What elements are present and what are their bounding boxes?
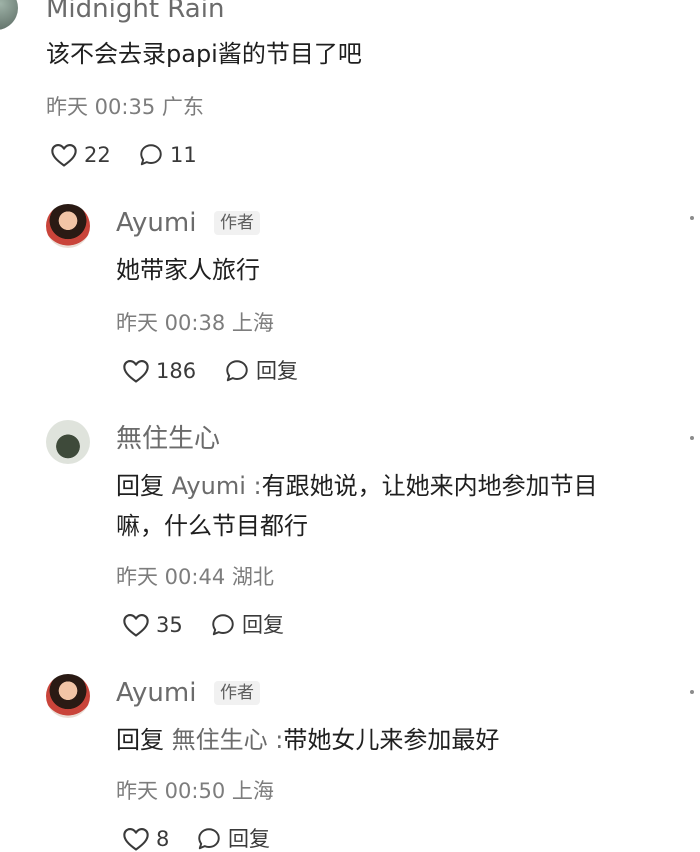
reply-button[interactable]: 回复 bbox=[224, 358, 298, 384]
like-count: 8 bbox=[156, 827, 170, 851]
speech-bubble-icon bbox=[224, 358, 250, 384]
reply-button[interactable]: 回复 bbox=[210, 612, 284, 638]
comment-time: 昨天 00:38 bbox=[116, 311, 226, 335]
comment-time: 昨天 00:50 bbox=[116, 779, 226, 803]
speech-bubble-icon bbox=[210, 612, 236, 638]
more-vertical-icon[interactable] bbox=[690, 216, 694, 220]
author-badge: 作者 bbox=[214, 211, 260, 235]
comment-meta: 昨天 00:50 上海 bbox=[116, 778, 274, 804]
like-button[interactable]: 8 bbox=[122, 826, 169, 852]
comment-text-line1: 有跟她说，让她来内地参加节目 bbox=[261, 472, 598, 500]
more-vertical-icon[interactable] bbox=[690, 436, 694, 440]
reply-prefix: 回复 bbox=[116, 472, 164, 500]
avatar[interactable] bbox=[46, 674, 90, 718]
avatar[interactable] bbox=[0, 0, 18, 30]
username[interactable]: Midnight Rain bbox=[46, 0, 224, 24]
reply-target[interactable]: 無住生心 : bbox=[172, 726, 284, 754]
heart-outline-icon bbox=[122, 358, 150, 384]
heart-outline-icon bbox=[122, 826, 150, 852]
comment-location: 上海 bbox=[231, 779, 274, 803]
comment-location: 上海 bbox=[231, 311, 274, 335]
reply-label: 回复 bbox=[228, 827, 270, 851]
reply-button[interactable]: 回复 bbox=[196, 826, 270, 852]
comment-text: 该不会去录papi酱的节目了吧 bbox=[46, 40, 362, 68]
comment-text-line2: 嘛，什么节目都行 bbox=[116, 512, 308, 540]
avatar[interactable] bbox=[46, 204, 90, 248]
reply-target[interactable]: Ayumi : bbox=[172, 472, 262, 500]
like-button[interactable]: 186 bbox=[122, 358, 196, 384]
comment-location: 广东 bbox=[161, 95, 204, 119]
reply-count: 11 bbox=[170, 143, 197, 167]
heart-outline-icon bbox=[50, 142, 78, 168]
speech-bubble-icon bbox=[138, 142, 164, 168]
more-vertical-icon[interactable] bbox=[690, 690, 694, 694]
like-count: 35 bbox=[156, 613, 183, 637]
comment-text-body: 带她女儿来参加最好 bbox=[283, 726, 500, 754]
reply-label: 回复 bbox=[256, 359, 298, 383]
comment-location: 湖北 bbox=[231, 565, 274, 589]
username[interactable]: Ayumi bbox=[116, 208, 196, 238]
heart-outline-icon bbox=[122, 612, 150, 638]
reply-prefix: 回复 bbox=[116, 726, 164, 754]
username[interactable]: Ayumi bbox=[116, 678, 196, 708]
like-button[interactable]: 22 bbox=[50, 142, 111, 168]
comment-button[interactable]: 11 bbox=[138, 142, 197, 168]
like-count: 22 bbox=[84, 143, 111, 167]
comment-time: 昨天 00:35 bbox=[46, 95, 156, 119]
comment-meta: 昨天 00:35 广东 bbox=[46, 94, 204, 120]
comment-time: 昨天 00:44 bbox=[116, 565, 226, 589]
like-button[interactable]: 35 bbox=[122, 612, 183, 638]
comment-meta: 昨天 00:38 上海 bbox=[116, 310, 274, 336]
speech-bubble-icon bbox=[196, 826, 222, 852]
reply-label: 回复 bbox=[242, 613, 284, 637]
username[interactable]: 無住生心 bbox=[116, 424, 220, 454]
comment-text: 回复 無住生心 :带她女儿来参加最好 bbox=[116, 720, 499, 760]
comment-text: 她带家人旅行 bbox=[116, 256, 260, 284]
like-count: 186 bbox=[156, 359, 197, 383]
comment-meta: 昨天 00:44 湖北 bbox=[116, 564, 274, 590]
author-badge: 作者 bbox=[214, 681, 260, 705]
avatar[interactable] bbox=[46, 420, 90, 464]
comment-text: 回复 Ayumi :有跟她说，让她来内地参加节目 嘛，什么节目都行 bbox=[116, 466, 686, 546]
